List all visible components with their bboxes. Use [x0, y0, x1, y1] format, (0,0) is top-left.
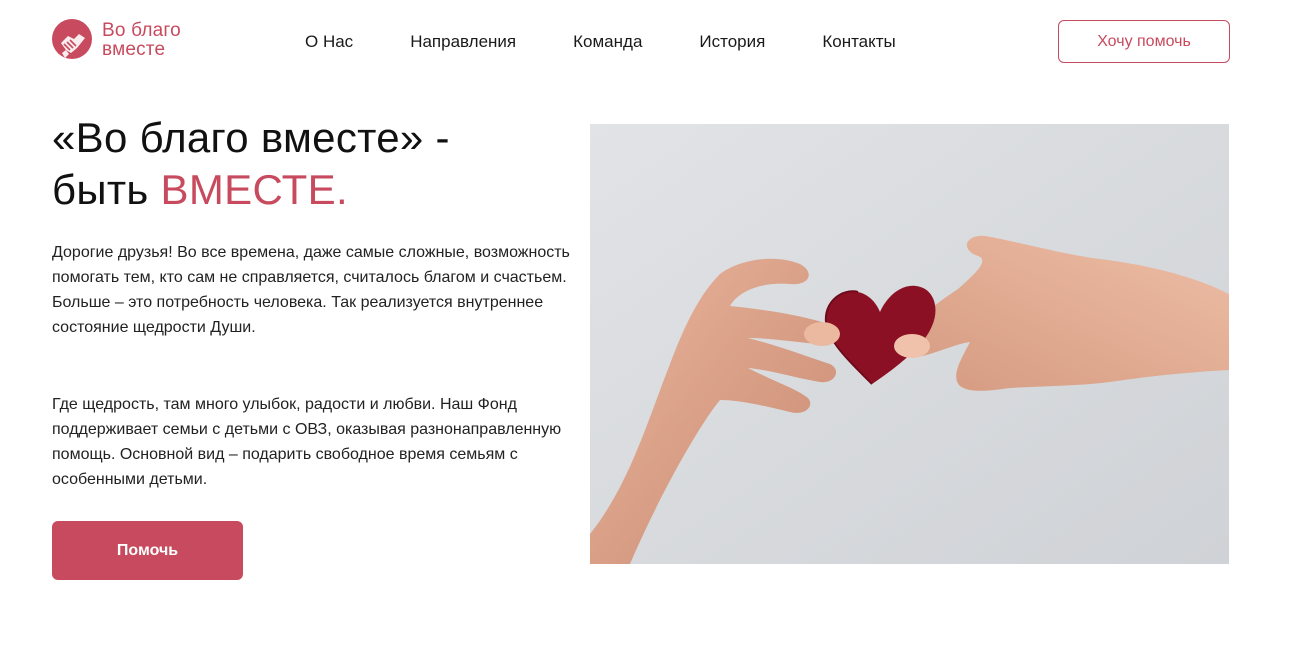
- handshake-logo-icon: [52, 19, 92, 59]
- want-to-help-button[interactable]: Хочу помочь: [1058, 20, 1230, 63]
- brand-name-line1: Во благо: [102, 20, 181, 41]
- hero-title-line2-prefix: быть: [52, 166, 161, 213]
- hands-heart-photo-icon: [590, 124, 1229, 564]
- main-nav: О Нас Направления Команда История Контак…: [305, 30, 896, 54]
- hero-paragraph-2: Где щедрость, там много улыбок, радости …: [52, 396, 562, 488]
- nav-item-about[interactable]: О Нас: [305, 30, 353, 54]
- hero-paragraph-1: Дорогие друзья! Во все времена, даже сам…: [52, 244, 570, 336]
- nav-item-history[interactable]: История: [699, 30, 765, 54]
- brand-name-line2: вместе: [102, 39, 166, 60]
- nav-item-team[interactable]: Команда: [573, 30, 642, 54]
- brand-name: Во благо вместе: [102, 21, 181, 59]
- nav-item-directions[interactable]: Направления: [410, 30, 516, 54]
- brand-logo[interactable]: Во благо вместе: [52, 17, 181, 63]
- hero-title: «Во благо вместе» - быть ВМЕСТЕ.: [52, 112, 572, 216]
- hero-title-accent: ВМЕСТЕ.: [160, 166, 348, 213]
- site-header: Во благо вместе О Нас Направления Команд…: [0, 0, 1290, 86]
- nav-item-contacts[interactable]: Контакты: [822, 30, 895, 54]
- hero-photo: [590, 124, 1229, 564]
- hero-title-line1: «Во благо вместе» -: [52, 114, 450, 161]
- help-button[interactable]: Помочь: [52, 521, 243, 580]
